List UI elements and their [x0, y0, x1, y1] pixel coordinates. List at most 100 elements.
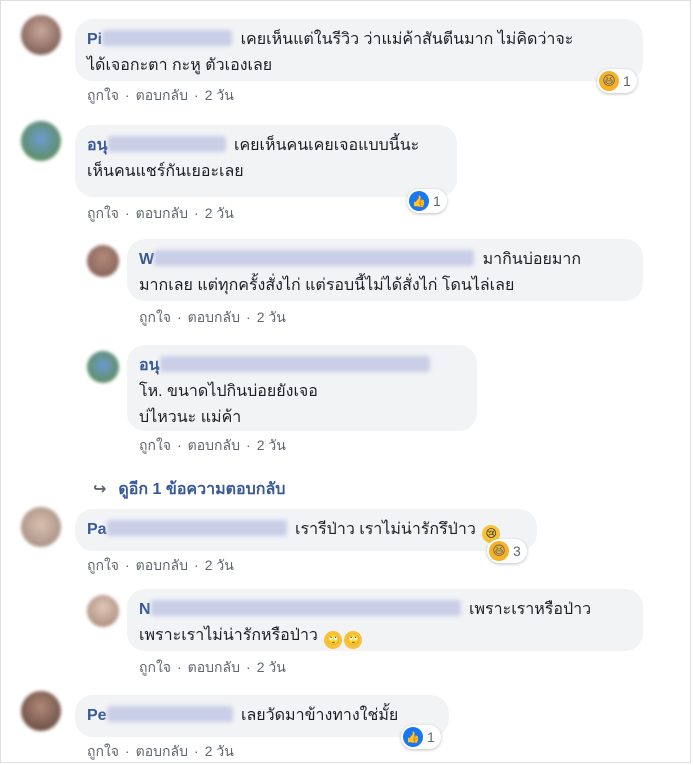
- reaction-number: 1: [623, 73, 631, 89]
- like-link[interactable]: ถูกใจ: [87, 557, 119, 573]
- comment-bubble: Pa เรารีป่าว เราไม่น่ารักรึป่าว 😢: [75, 509, 537, 551]
- reply-link[interactable]: ตอบกลับ: [188, 437, 240, 453]
- comment-text: เพราะเราหรือป่าว: [469, 601, 592, 618]
- more-replies-label: ดูอีก 1 ข้อความตอบกลับ: [118, 481, 286, 498]
- comment-author[interactable]: Pe: [87, 707, 107, 724]
- like-link[interactable]: ถูกใจ: [139, 309, 171, 325]
- reply-link[interactable]: ตอบกลับ: [136, 87, 188, 103]
- comment-author[interactable]: อนุ: [139, 357, 160, 374]
- reaction-number: 1: [427, 729, 435, 745]
- comment-actions: ถูกใจ · ตอบกลับ · 2 วัน: [139, 657, 286, 679]
- separator: ·: [194, 205, 199, 221]
- avatar[interactable]: [21, 15, 61, 55]
- separator: ·: [246, 659, 251, 675]
- separator: ·: [177, 437, 182, 453]
- reaction-number: 1: [433, 193, 441, 209]
- separator: ·: [125, 87, 130, 103]
- comment-bubble: W มากินบ่อยมาก มากเลย แต่ทุกครั้งสั่งไก่…: [127, 239, 643, 301]
- comment-actions: ถูกใจ · ตอบกลับ · 2 วัน: [87, 203, 234, 225]
- comment-actions: ถูกใจ · ตอบกลับ · 2 วัน: [87, 741, 234, 763]
- timestamp[interactable]: 2 วัน: [257, 437, 286, 453]
- separator: ·: [246, 437, 251, 453]
- avatar[interactable]: [21, 507, 61, 547]
- comment-text: มากินบ่อยมาก: [482, 251, 582, 268]
- reply-link[interactable]: ตอบกลับ: [136, 743, 188, 759]
- avatar[interactable]: [21, 691, 61, 731]
- reply-link[interactable]: ตอบกลับ: [136, 557, 188, 573]
- reaction-number: 3: [513, 543, 521, 559]
- reaction-count[interactable]: 😆 3: [487, 539, 527, 563]
- comment-author[interactable]: Pi: [87, 31, 102, 48]
- comment-author[interactable]: N: [139, 601, 151, 618]
- timestamp[interactable]: 2 วัน: [205, 743, 234, 759]
- comment-author[interactable]: W: [139, 251, 154, 268]
- timestamp[interactable]: 2 วัน: [205, 557, 234, 573]
- like-link[interactable]: ถูกใจ: [139, 659, 171, 675]
- comment-bubble: Pi เคยเห็นแต่ในรีวิว ว่าแม่ค้าสันตีนมาก …: [75, 19, 643, 81]
- comment-text: เห็นคนแชร์กันเยอะเลย: [87, 163, 244, 180]
- avatar[interactable]: [87, 351, 119, 383]
- avatar[interactable]: [87, 245, 119, 277]
- comment-author[interactable]: Pa: [87, 521, 107, 538]
- author-name-redacted: [102, 30, 233, 46]
- timestamp[interactable]: 2 วัน: [205, 87, 234, 103]
- author-name-redacted: [150, 600, 461, 616]
- avatar[interactable]: [21, 121, 61, 161]
- reply-link[interactable]: ตอบกลับ: [188, 659, 240, 675]
- comment-text: เคยเห็นแต่ในรีวิว ว่าแม่ค้าสันตีนมาก ไม่…: [240, 31, 574, 48]
- timestamp[interactable]: 2 วัน: [257, 659, 286, 675]
- reaction-count[interactable]: 👍 1: [401, 725, 441, 749]
- comment-text: ได้เจอกะตา กะหู ตัวเองเลย: [87, 57, 273, 74]
- separator: ·: [246, 309, 251, 325]
- like-link[interactable]: ถูกใจ: [139, 437, 171, 453]
- separator: ·: [194, 87, 199, 103]
- avatar[interactable]: [87, 595, 119, 627]
- comment-text: เลยวัดมาข้างทางใช่มั้ย: [241, 707, 399, 724]
- comment-text: บ่ไหวนะ แม่ค้า: [139, 409, 242, 426]
- comment-actions: ถูกใจ · ตอบกลับ · 2 วัน: [139, 435, 286, 457]
- timestamp[interactable]: 2 วัน: [205, 205, 234, 221]
- reply-arrow-icon: ↪: [93, 481, 107, 498]
- author-name-redacted: [154, 250, 475, 266]
- comment-actions: ถูกใจ · ตอบกลับ · 2 วัน: [87, 85, 234, 107]
- rolling-eyes-icon: 🙄: [344, 631, 363, 649]
- separator: ·: [125, 557, 130, 573]
- author-name-redacted: [106, 520, 287, 536]
- comment-text: เคยเห็นคนเคยเจอแบบนี้นะ: [234, 137, 420, 154]
- comment-actions: ถูกใจ · ตอบกลับ · 2 วัน: [87, 555, 234, 577]
- like-icon: 👍: [409, 191, 429, 211]
- comment-actions: ถูกใจ · ตอบกลับ · 2 วัน: [139, 307, 286, 329]
- comment-text: โห. ขนาดไปกินบ่อยยังเจอ: [139, 383, 318, 400]
- comment-bubble: N เพราะเราหรือป่าว เพราะเราไม่น่ารักหรือ…: [127, 589, 643, 651]
- separator: ·: [177, 309, 182, 325]
- separator: ·: [125, 743, 130, 759]
- separator: ·: [194, 743, 199, 759]
- like-link[interactable]: ถูกใจ: [87, 743, 119, 759]
- like-link[interactable]: ถูกใจ: [87, 205, 119, 221]
- like-icon: 👍: [403, 727, 423, 747]
- like-link[interactable]: ถูกใจ: [87, 87, 119, 103]
- author-name-redacted: [159, 356, 430, 372]
- comment-text: เพราะเราไม่น่ารักหรือป่าว: [139, 627, 318, 644]
- comment-text: เรารีป่าว เราไม่น่ารักรึป่าว: [295, 521, 476, 538]
- separator: ·: [125, 205, 130, 221]
- comments-panel: Pi เคยเห็นแต่ในรีวิว ว่าแม่ค้าสันตีนมาก …: [0, 0, 691, 763]
- reaction-count[interactable]: 😆 1: [597, 69, 637, 93]
- timestamp[interactable]: 2 วัน: [257, 309, 286, 325]
- comment-bubble: Pe เลยวัดมาข้างทางใช่มั้ย: [75, 695, 449, 737]
- haha-icon: 😆: [489, 541, 509, 561]
- reply-link[interactable]: ตอบกลับ: [188, 309, 240, 325]
- comment-author[interactable]: อนุ: [87, 137, 108, 154]
- view-more-replies-link[interactable]: ↪ ดูอีก 1 ข้อความตอบกลับ: [93, 477, 285, 502]
- separator: ·: [177, 659, 182, 675]
- separator: ·: [194, 557, 199, 573]
- author-name-redacted: [107, 136, 226, 152]
- comment-bubble: อนุ เคยเห็นคนเคยเจอแบบนี้นะ เห็นคนแชร์กั…: [75, 125, 457, 197]
- haha-icon: 😆: [599, 71, 619, 91]
- comment-text: มากเลย แต่ทุกครั้งสั่งไก่ แต่รอบนี้ไม่ได…: [139, 277, 515, 294]
- comment-bubble: อนุ โห. ขนาดไปกินบ่อยยังเจอ บ่ไหวนะ แม่ค…: [127, 345, 477, 431]
- reply-link[interactable]: ตอบกลับ: [136, 205, 188, 221]
- author-name-redacted: [106, 706, 233, 722]
- reaction-count[interactable]: 👍 1: [407, 189, 447, 213]
- rolling-eyes-icon: 🙄: [324, 631, 343, 649]
